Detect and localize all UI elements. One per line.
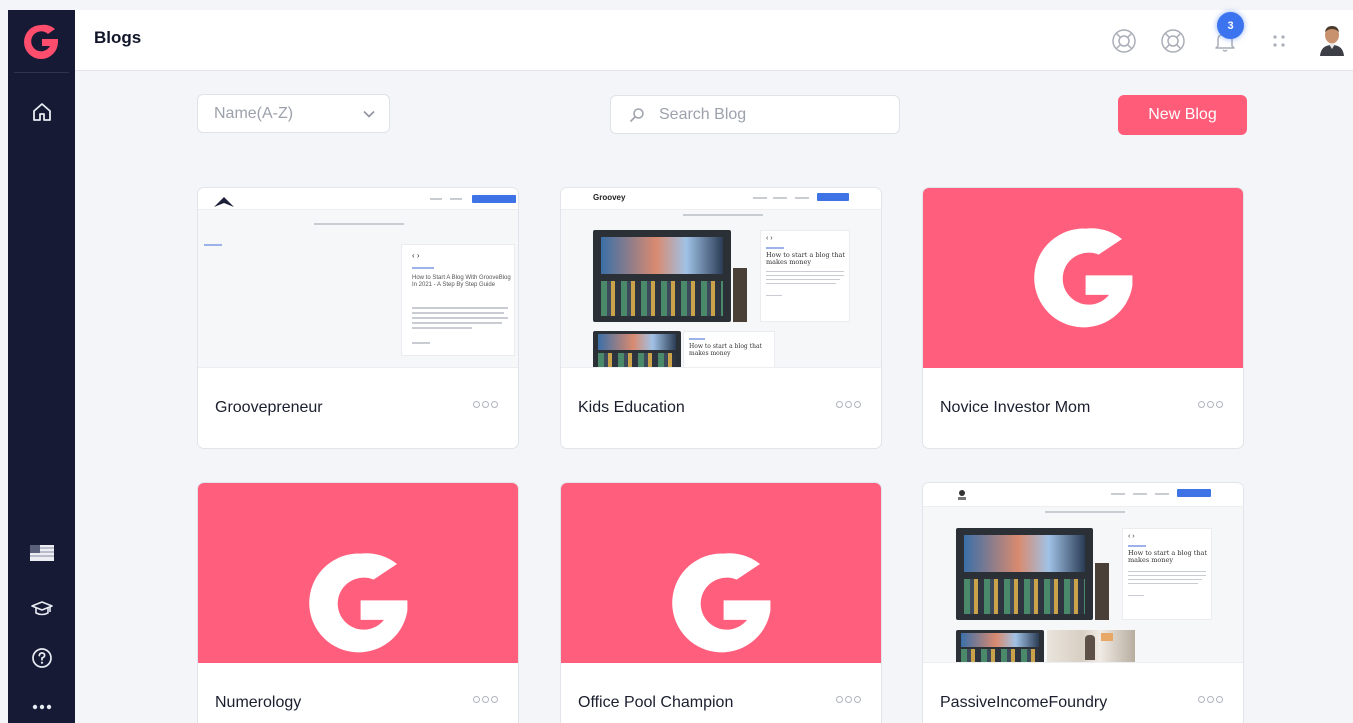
- card-options-icon[interactable]: [473, 401, 498, 408]
- card-options-icon[interactable]: [836, 696, 861, 703]
- sort-select-value: Name(A-Z): [214, 104, 294, 122]
- page-title: Blogs: [94, 28, 142, 47]
- lifebuoy-icon[interactable]: [1109, 26, 1139, 56]
- blog-thumbnail: ‹ › How to start a blog that makes money: [923, 483, 1243, 663]
- graduation-cap-icon[interactable]: [27, 595, 57, 623]
- groove-logo-icon[interactable]: [22, 22, 60, 62]
- blog-card-title: PassiveIncomeFoundry: [940, 694, 1108, 711]
- thumb-nav: [923, 483, 1243, 507]
- groove-logo-icon: [309, 553, 408, 653]
- search-box[interactable]: [610, 95, 900, 134]
- thumb-post-title: How to Start A Blog With GrooveBlog In 2…: [412, 275, 511, 288]
- blog-thumbnail: [561, 483, 881, 663]
- more-icon[interactable]: [27, 693, 57, 721]
- help-icon[interactable]: [27, 644, 57, 672]
- thumb-photo: [956, 528, 1093, 620]
- blog-card-title: Novice Investor Mom: [940, 399, 1091, 416]
- new-blog-button[interactable]: New Blog: [1118, 95, 1247, 135]
- blog-card-office-pool-champion[interactable]: Office Pool Champion: [560, 482, 882, 723]
- blog-card-title: Office Pool Champion: [578, 694, 734, 711]
- groove-logo-icon: [1034, 228, 1133, 328]
- blog-thumbnail: [923, 188, 1243, 368]
- thumb-photo-2: [956, 630, 1044, 662]
- thumb-photo-2: [593, 331, 681, 367]
- blog-card-title: Kids Education: [578, 399, 685, 416]
- search-icon: [629, 107, 645, 123]
- avatar[interactable]: [1318, 24, 1346, 56]
- thumb-nav: [198, 188, 518, 210]
- card-options-icon[interactable]: [1198, 696, 1223, 703]
- thumb-post-title: How to start a blog that makes money: [1128, 549, 1208, 564]
- search-input[interactable]: [659, 105, 879, 124]
- sidebar: [8, 10, 75, 723]
- blog-thumbnail: Groovey ‹ › How to start a blog that mak…: [561, 188, 881, 368]
- blog-card-title: Groovepreneur: [215, 399, 323, 416]
- blog-card-kids-education[interactable]: Groovey ‹ › How to start a blog that mak…: [560, 187, 882, 449]
- blog-thumbnail: [198, 483, 518, 663]
- thumb-photo: [593, 230, 731, 322]
- support-icon[interactable]: [1158, 26, 1188, 56]
- card-options-icon[interactable]: [473, 696, 498, 703]
- thumb-brand: Groovey: [593, 193, 626, 202]
- card-options-icon[interactable]: [1198, 401, 1223, 408]
- thumb-post-panel: ‹ › How to Start A Blog With GrooveBlog …: [401, 244, 515, 356]
- thumb-post-panel-2: How to start a blog that makes money: [683, 331, 775, 367]
- blog-card-numerology[interactable]: Numerology: [197, 482, 519, 723]
- sidebar-divider: [14, 72, 69, 73]
- chevron-down-icon: [362, 107, 376, 126]
- blog-card-passiveincomefoundry[interactable]: ‹ › How to start a blog that makes money…: [922, 482, 1244, 723]
- thumb-post-panel: ‹ › How to start a blog that makes money: [760, 230, 850, 322]
- flag-icon[interactable]: [27, 539, 57, 567]
- blog-card-title: Numerology: [215, 694, 302, 711]
- thumb-post-title-2: How to start a blog that makes money: [689, 343, 762, 357]
- groove-logo-icon: [672, 553, 771, 653]
- thumb-nav: Groovey: [561, 188, 881, 210]
- sort-select[interactable]: Name(A-Z): [197, 94, 390, 133]
- blog-thumbnail: ‹ › How to Start A Blog With GrooveBlog …: [198, 188, 518, 368]
- blog-card-groovepreneur[interactable]: ‹ › How to Start A Blog With GrooveBlog …: [197, 187, 519, 449]
- home-icon[interactable]: [27, 98, 57, 126]
- blog-card-novice-investor-mom[interactable]: Novice Investor Mom: [922, 187, 1244, 449]
- thumb-post-panel: ‹ › How to start a blog that makes money: [1122, 528, 1212, 620]
- apps-grid-icon[interactable]: [1264, 26, 1294, 56]
- thumb-post-title: How to start a blog that makes money: [766, 251, 846, 266]
- notification-badge[interactable]: 3: [1217, 12, 1244, 39]
- card-options-icon[interactable]: [836, 401, 861, 408]
- top-bar: Blogs 3: [75, 10, 1353, 71]
